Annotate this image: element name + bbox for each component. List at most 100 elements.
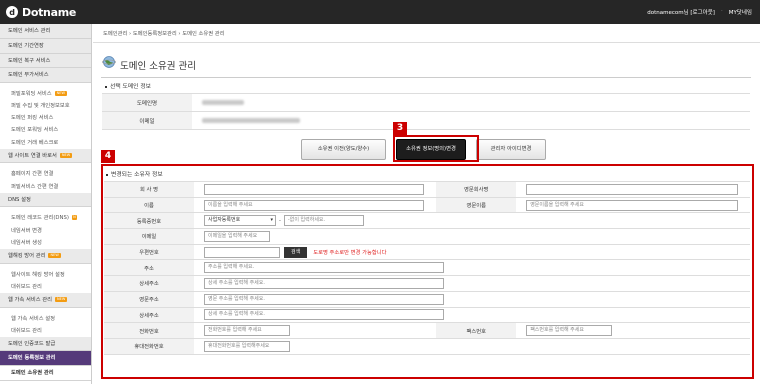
logo[interactable]: d Dotname [6, 5, 76, 19]
address-detail-input[interactable]: 상세 주소를 입력해 주세요. [204, 277, 444, 289]
new-badge: NEW [54, 91, 67, 97]
sidebar-item[interactable]: DNS 설정 [0, 192, 91, 208]
new-badge: N [71, 215, 77, 221]
address-label: 주소 [104, 259, 194, 277]
sidebar-item[interactable]: 도메인 서비스 관리 [0, 24, 91, 39]
zip-warning: 도로명 주소로만 변경 가능합니다 [313, 250, 387, 257]
sidebar-item[interactable]: 도메인 거래 베스크로 [0, 136, 91, 149]
company-en-input[interactable] [526, 183, 739, 195]
mobile-label: 휴대전화번호 [104, 337, 194, 355]
company-input[interactable] [204, 183, 424, 195]
sidebar-item[interactable]: 홈페이지 간편 연결 [0, 168, 91, 181]
top-bar: d Dotname dotnamecom님 [로그아웃] · MY닷네임 [0, 0, 760, 24]
table-row: 상세주소 상세 주소를 입력해 주세요. [104, 275, 750, 292]
sidebar-item-label: 홈페이지 간편 연결 [11, 171, 54, 178]
sidebar-item-label: 웹 가속 서비스 설정 [11, 315, 56, 322]
sidebar-item-label: 도메인 소유권 관리 [11, 370, 54, 377]
fax-label: 팩스번호 [436, 322, 517, 339]
address-en-label: 영문주소 [104, 290, 194, 308]
sidebar-item-label: 대쉬보드 관리 [11, 283, 42, 290]
sidebar-item[interactable]: 도메인 기간연장 [0, 38, 91, 54]
sidebar-item-label: 도메인 등록정보 관리 [8, 355, 56, 362]
address-input[interactable]: 주소를 입력해 주세요. [204, 262, 444, 274]
sidebar-item[interactable]: 웹 사이트 연결 바로서 NEW [0, 148, 91, 164]
reg-number-label: 등록증번호 [104, 212, 194, 230]
name-en-input[interactable]: 영문이름을 입력해 주세요 [526, 199, 739, 211]
bullet-icon [105, 85, 107, 88]
logo-mark-icon: d [6, 6, 18, 18]
sidebar-item-label: 퍼밀서비스 간편 연결 [11, 183, 59, 190]
table-row: 주소 주소를 입력해 주세요. [104, 259, 750, 277]
email-input[interactable]: 이메일을 입력해 주세요 [204, 230, 270, 242]
sidebar-item-label: 네임서버 생성 [11, 239, 42, 246]
sidebar-item[interactable]: 퍼밀 수집 및 개인정보보호 [0, 100, 91, 113]
new-badge: NEW [55, 296, 68, 302]
sidebar-item[interactable]: 네임서버 변경 [0, 224, 91, 237]
sidebar-item[interactable]: 도메인 레코드 관리(DNS) N [0, 212, 91, 225]
separator: · [720, 8, 723, 14]
sidebar-item-label: 도메인 레코드 관리(DNS) [11, 215, 69, 222]
sidebar-item[interactable]: 웹 가속 서비스 관리 NEW [0, 292, 91, 308]
sidebar-item[interactable]: 도메인 인증코드 발급 [0, 336, 91, 352]
domain-name-value [192, 93, 750, 112]
sidebar-item[interactable]: 웹사이트 해킹 방어 설정 [0, 268, 91, 281]
admin-id-change-button[interactable]: 관리자 아이디변경 [476, 139, 546, 160]
section-title-text: 변경되는 소유자 정보 [111, 172, 163, 178]
section-title-text: 선택 도메인 정보 [110, 84, 152, 90]
selected-domain-table: 도메인명 이메일 [102, 93, 750, 130]
sidebar-item[interactable]: 웹해킹 방어 관리 NEW [0, 248, 91, 264]
sidebar-item-label: 웹해킹 방어 관리 [8, 252, 46, 259]
table-row: 회 사 명 영문회사명 [104, 181, 750, 198]
globe-icon [102, 56, 116, 68]
user-logout-link[interactable]: dotnamecom님 [로그아웃] [647, 8, 715, 16]
sidebar-item[interactable]: 대쉬보드 관리 [0, 324, 91, 337]
sidebar-item[interactable]: 도메인 부가서비스 [0, 68, 91, 84]
sidebar-item[interactable]: 도메인 등록정보 관리 [0, 351, 91, 367]
sidebar-item-label: 퍼밀 수집 및 개인정보보호 [11, 103, 70, 110]
table-row: 등록증번호 사업자등록번호 ▾ - -없이 입력하세요. [104, 212, 750, 230]
sidebar-item-label: 네임서버 변경 [11, 227, 42, 234]
sidebar-item[interactable]: 웹 가속 서비스 설정 [0, 312, 91, 325]
my-dotname-link[interactable]: MY닷네임 [729, 8, 752, 16]
phone-label: 전화번호 [104, 322, 194, 339]
zip-label: 우편번호 [104, 243, 194, 261]
reg-type-select[interactable]: 사업자등록번호 ▾ [204, 215, 276, 227]
transfer-ownership-button[interactable]: 소유권 이전(양도/양수) [301, 139, 386, 160]
new-badge: NEW [48, 252, 61, 258]
reg-number-input[interactable]: -없이 입력하세요. [283, 215, 364, 227]
company-en-label: 영문회사명 [436, 181, 517, 198]
sidebar-item[interactable]: 도메인 복구 서비스 [0, 53, 91, 69]
phone-input[interactable]: 전화번호를 입력해 주세요 [204, 325, 290, 337]
table-row: 도메인명 [102, 93, 750, 112]
sidebar-item[interactable]: 도메인 포워딩 서비스 [0, 124, 91, 137]
sidebar-item[interactable]: 퍼밀포워딩 서비스 NEW [0, 88, 91, 101]
company-label: 회 사 명 [104, 181, 194, 198]
change-owner-info-button[interactable]: 소유권 정보(명의)변경 [396, 139, 466, 160]
separator: - [279, 217, 281, 224]
name-en-label: 영문이름 [436, 196, 517, 214]
sidebar-item[interactable]: 퍼밀서비스 간편 연결 [0, 180, 91, 193]
sidebar-item[interactable]: 도메인 퍼킹 서비스 [0, 112, 91, 125]
name-input[interactable]: 이름을 입력해 주세요 [204, 199, 424, 211]
sidebar-item-label: 도메인 인증코드 발급 [8, 340, 56, 347]
sidebar-item-label: 도메인 부가서비스 [8, 72, 49, 79]
sidebar-item-label: 도메인 퍼킹 서비스 [11, 115, 54, 122]
sidebar-item-label: 대쉬보드 관리 [11, 327, 42, 334]
address-en-detail-input[interactable]: 상세 주소를 입력해 주세요. [204, 309, 444, 321]
fax-input[interactable]: 팩스번호를 입력해 주세요 [526, 325, 613, 337]
row-label: 이메일 [102, 111, 192, 130]
sidebar-item[interactable]: 네임서버 생성 [0, 236, 91, 249]
sidebar-item[interactable]: 대쉬보드 관리 [0, 280, 91, 293]
address-en-input[interactable]: 영문 주소를 입력해 주세요. [204, 293, 444, 305]
zip-input[interactable] [204, 246, 280, 258]
sidebar-item-label: 도메인 기간연장 [8, 42, 44, 49]
breadcrumb: 도메인관리 › 도메인등록정보관리 › 도메인 소유권 관리 [103, 31, 225, 37]
section-title: 변경되는 소유자 정보 [106, 169, 163, 178]
zip-search-button[interactable]: 검색 [284, 246, 308, 258]
sidebar-item[interactable]: 도메인 소유권 관리 [0, 366, 91, 382]
mobile-input[interactable]: 휴대전화번호를 입력해주세요 [204, 340, 290, 352]
sidebar-item-label: DNS 설정 [8, 196, 31, 203]
bullet-icon [106, 173, 108, 176]
address-detail-label: 상세주소 [104, 275, 194, 292]
sidebar-item-label: 웹 사이트 연결 바로서 [8, 152, 57, 159]
